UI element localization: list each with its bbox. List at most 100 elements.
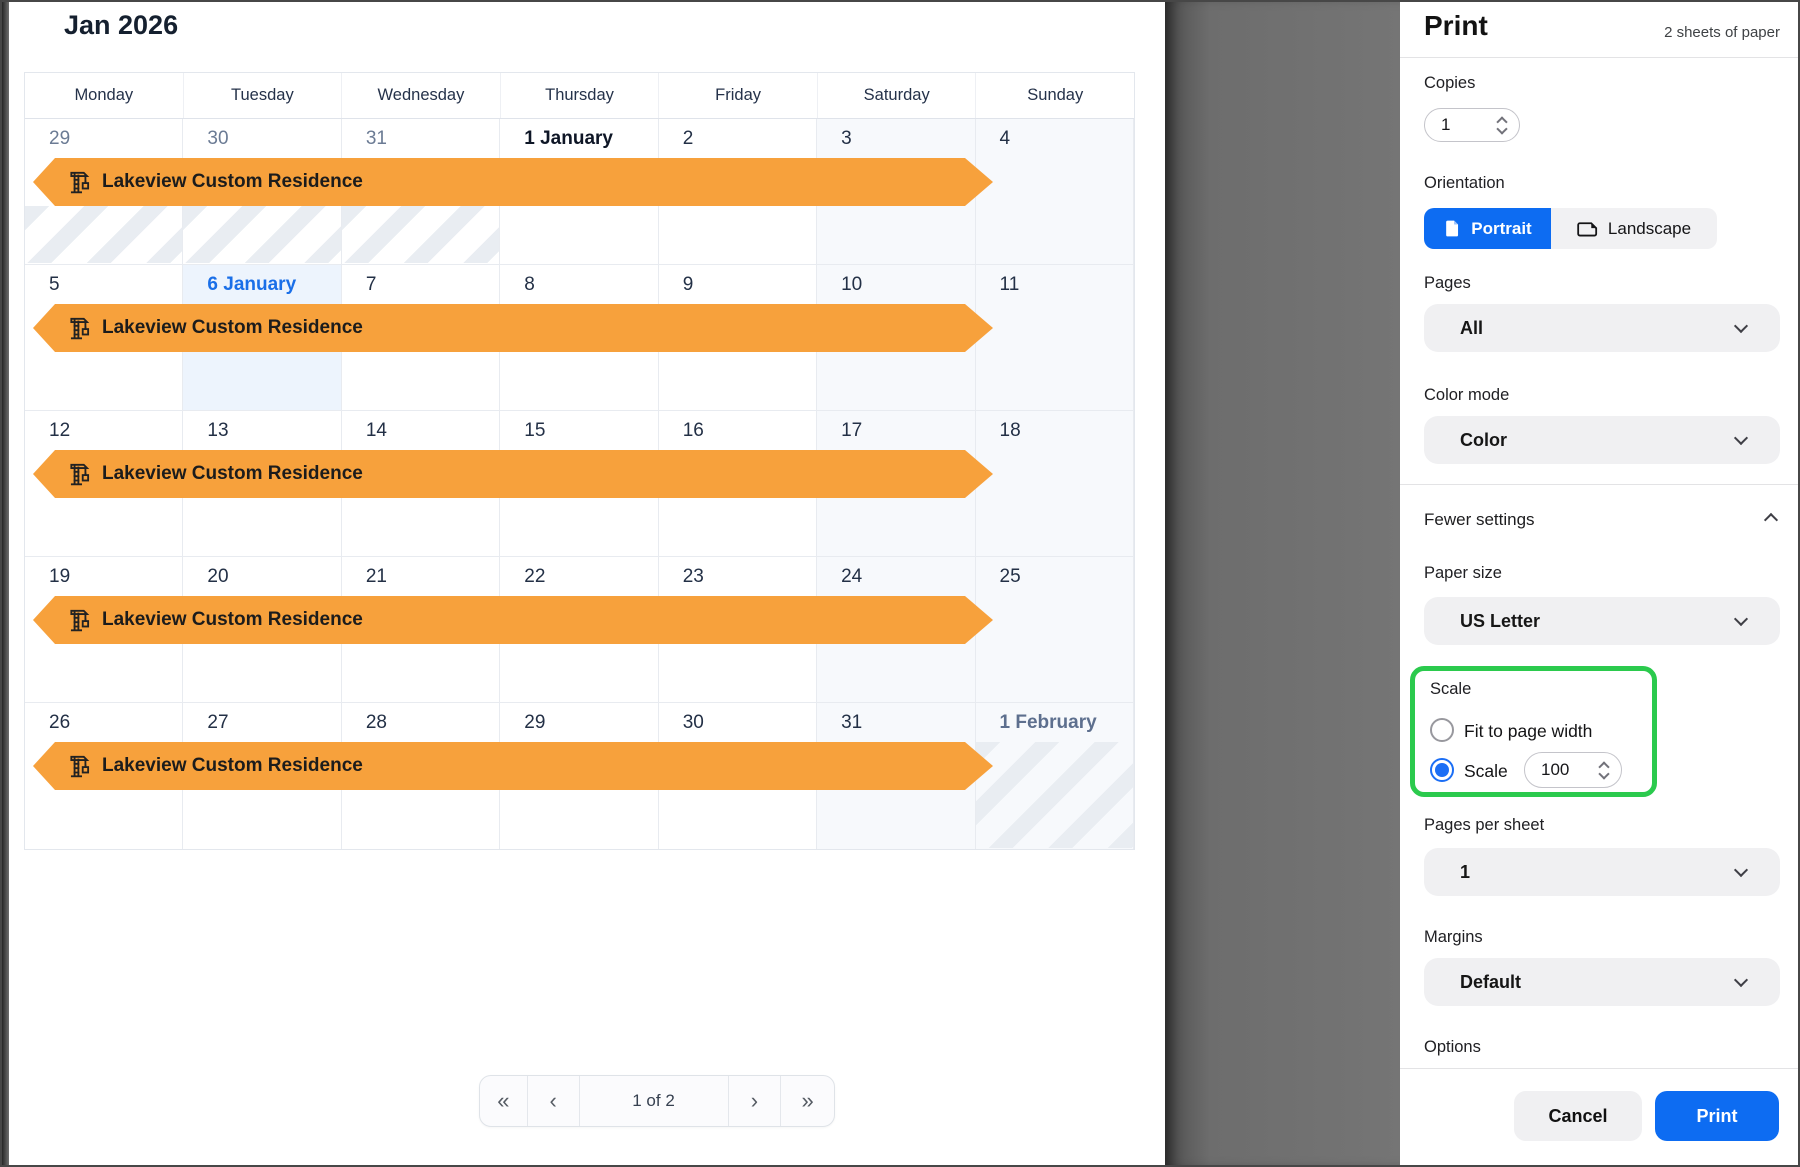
- divider: [1400, 57, 1800, 58]
- print-preview-page: Jan 2026 MondayTuesdayWednesdayThursdayF…: [9, 2, 1165, 1165]
- window-left-edge: [2, 2, 9, 1165]
- fewer-settings-toggle[interactable]: Fewer settings: [1424, 510, 1776, 530]
- date-label: 2: [683, 128, 694, 149]
- pages-label: Pages: [1424, 274, 1471, 293]
- portrait-button-label: Portrait: [1471, 219, 1531, 239]
- date-label: 6 January: [207, 274, 296, 295]
- scale-radio[interactable]: [1430, 758, 1454, 782]
- weekday-header: Monday: [25, 73, 184, 118]
- date-label: 23: [683, 566, 704, 587]
- scale-radio-label: Scale: [1464, 761, 1508, 782]
- chevron-down-icon: [1734, 612, 1748, 626]
- screenshot-root: Jan 2026 MondayTuesdayWednesdayThursdayF…: [0, 0, 1800, 1167]
- stepper-arrows-icon[interactable]: [1498, 118, 1506, 133]
- copies-stepper[interactable]: 1: [1424, 108, 1520, 142]
- weekday-header: Tuesday: [184, 73, 343, 118]
- chevron-down-icon: [1734, 863, 1748, 877]
- dialog-title: Print: [1424, 10, 1488, 42]
- weekday-header: Saturday: [818, 73, 977, 118]
- prev-page-button[interactable]: ‹: [528, 1076, 580, 1126]
- fit-to-page-width-radio[interactable]: [1430, 718, 1454, 742]
- calendar-day-cell: 11: [976, 265, 1134, 410]
- event-bar[interactable]: Lakeview Custom Residence: [33, 742, 993, 790]
- fit-to-page-width-label: Fit to page width: [1464, 721, 1592, 742]
- orientation-segmented-control: Portrait Landscape: [1424, 208, 1717, 249]
- calendar-week-row: 2930311 January234 Lakeview Custom Resid…: [25, 119, 1134, 265]
- margins-value: Default: [1460, 972, 1736, 993]
- landscape-page-icon: [1577, 220, 1599, 238]
- pages-per-sheet-value: 1: [1460, 862, 1736, 883]
- weekday-header: Wednesday: [342, 73, 501, 118]
- date-label: 27: [207, 712, 228, 733]
- chevron-down-icon: [1734, 319, 1748, 333]
- calendar-week-row: 12 13 14 15 16 17 18 Lakeview Custom Residence: [25, 411, 1134, 557]
- page-indicator: 1 of 2: [580, 1076, 729, 1126]
- chevron-up-icon: [1764, 513, 1778, 527]
- divider: [1400, 484, 1800, 485]
- event-bar[interactable]: Lakeview Custom Residence: [33, 450, 993, 498]
- event-bar[interactable]: Lakeview Custom Residence: [33, 596, 993, 644]
- landscape-button[interactable]: Landscape: [1551, 208, 1717, 249]
- scale-value-stepper[interactable]: 100: [1524, 752, 1622, 788]
- date-label: 11: [1000, 274, 1020, 295]
- calendar-week-row: 2627282930311 February Lakeview Custom R…: [25, 703, 1134, 849]
- stepper-arrows-icon[interactable]: [1600, 763, 1608, 778]
- date-label: 19: [49, 566, 70, 587]
- calendar-day-cell: 25: [976, 557, 1134, 702]
- date-label: 21: [366, 566, 387, 587]
- out-of-month-hatch: [976, 742, 1133, 848]
- event-bar[interactable]: Lakeview Custom Residence: [33, 304, 993, 352]
- first-page-button[interactable]: «: [480, 1076, 528, 1126]
- fewer-settings-label: Fewer settings: [1424, 510, 1535, 530]
- paper-size-dropdown[interactable]: US Letter: [1424, 597, 1780, 645]
- out-of-month-hatch: [183, 206, 340, 263]
- date-label: 7: [366, 274, 377, 295]
- landscape-button-label: Landscape: [1608, 219, 1691, 239]
- out-of-month-hatch: [342, 206, 499, 263]
- date-label: 31: [366, 128, 387, 149]
- weekday-header: Friday: [659, 73, 818, 118]
- event-bar[interactable]: Lakeview Custom Residence: [33, 158, 993, 206]
- chevron-down-icon: [1734, 431, 1748, 445]
- pages-dropdown[interactable]: All: [1424, 304, 1780, 352]
- date-label: 18: [1000, 420, 1021, 441]
- event-bar-label: Lakeview Custom Residence: [102, 463, 363, 485]
- date-label: 5: [49, 274, 60, 295]
- pages-per-sheet-dropdown[interactable]: 1: [1424, 848, 1780, 896]
- date-label: 17: [841, 420, 862, 441]
- calendar-week-row: 56 January7891011 Lakeview Custom Reside…: [25, 265, 1134, 411]
- last-page-button[interactable]: »: [781, 1076, 834, 1126]
- calendar-month-title: Jan 2026: [64, 10, 178, 41]
- event-bar-label: Lakeview Custom Residence: [102, 317, 363, 339]
- date-label: 31: [841, 712, 862, 733]
- date-label: 14: [366, 420, 387, 441]
- date-label: 4: [1000, 128, 1011, 149]
- print-button[interactable]: Print: [1655, 1091, 1779, 1141]
- cancel-button[interactable]: Cancel: [1514, 1091, 1642, 1141]
- date-label: 20: [207, 566, 228, 587]
- date-label: 9: [683, 274, 694, 295]
- chevron-down-icon: [1734, 973, 1748, 987]
- divider: [1400, 1068, 1800, 1069]
- margins-dropdown[interactable]: Default: [1424, 958, 1780, 1006]
- calendar-day-cell: 1 February: [976, 703, 1134, 849]
- date-label: 1 February: [1000, 712, 1097, 733]
- weekday-header: Thursday: [501, 73, 660, 118]
- pages-per-sheet-label: Pages per sheet: [1424, 816, 1544, 835]
- date-label: 13: [207, 420, 228, 441]
- date-label: 15: [524, 420, 545, 441]
- orientation-label: Orientation: [1424, 174, 1505, 193]
- date-label: 12: [49, 420, 70, 441]
- event-bar-label: Lakeview Custom Residence: [102, 755, 363, 777]
- portrait-button[interactable]: Portrait: [1424, 208, 1551, 249]
- color-mode-value: Color: [1460, 430, 1736, 451]
- date-label: 16: [683, 420, 704, 441]
- next-page-button[interactable]: ›: [729, 1076, 782, 1126]
- color-mode-dropdown[interactable]: Color: [1424, 416, 1780, 464]
- date-label: 30: [683, 712, 704, 733]
- weekday-header: Sunday: [976, 73, 1134, 118]
- margins-label: Margins: [1424, 928, 1483, 947]
- event-bar-label: Lakeview Custom Residence: [102, 171, 363, 193]
- copies-label: Copies: [1424, 74, 1475, 93]
- crane-icon: [67, 753, 93, 779]
